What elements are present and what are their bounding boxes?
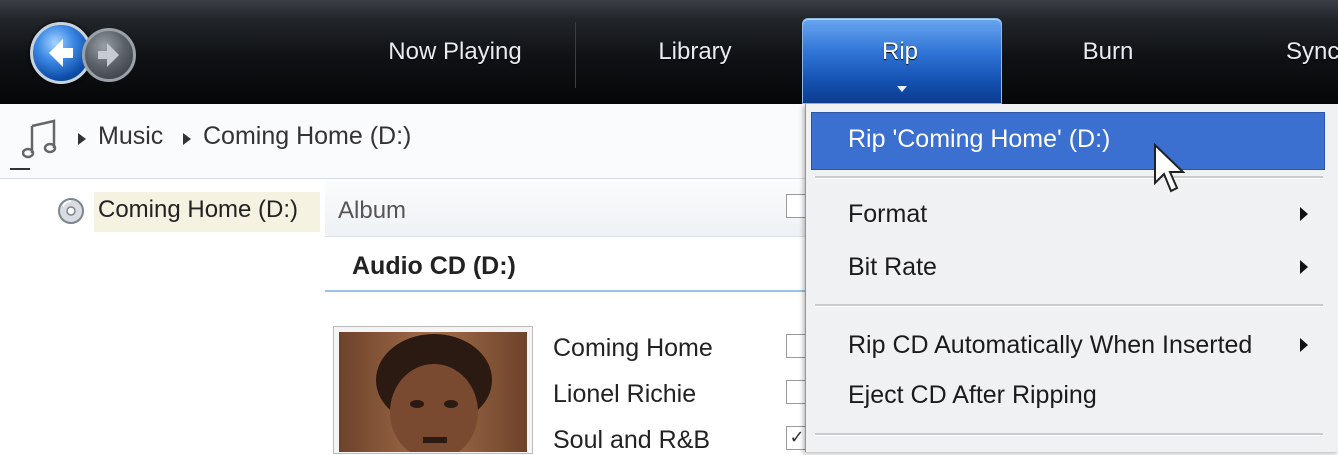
submenu-arrow-icon <box>1300 207 1308 221</box>
navpane-item-coming-home[interactable]: Coming Home (D:) <box>98 196 298 224</box>
breadcrumb-item-music[interactable]: Music <box>98 122 163 151</box>
submenu-arrow-icon <box>1300 338 1308 352</box>
tab-separator <box>575 22 576 88</box>
group-title: Audio CD (D:) <box>352 252 516 280</box>
menu-separator <box>815 304 1323 307</box>
tab-library[interactable]: Library <box>640 32 750 72</box>
menu-item-eject-cd[interactable]: Eject CD After Ripping <box>848 381 1097 410</box>
breadcrumb-chevron-icon <box>183 133 191 145</box>
forward-button[interactable] <box>82 28 136 82</box>
forward-arrow-icon <box>98 43 119 67</box>
album-art-image[interactable] <box>339 332 527 452</box>
menu-item-rip-coming-home[interactable]: Rip 'Coming Home' (D:) <box>848 125 1110 154</box>
album-title: Coming Home <box>553 334 713 362</box>
music-note-icon <box>22 119 57 159</box>
menu-item-format[interactable]: Format <box>848 200 927 229</box>
menu-separator <box>815 433 1323 436</box>
cd-disc-icon <box>58 198 84 224</box>
back-arrow-icon <box>49 39 73 67</box>
menu-item-bit-rate[interactable]: Bit Rate <box>848 253 937 282</box>
menu-separator <box>815 176 1323 179</box>
album-artist: Lionel Richie <box>553 380 697 408</box>
mouse-cursor-icon <box>1154 143 1186 193</box>
breadcrumb-item-coming-home[interactable]: Coming Home (D:) <box>203 122 411 151</box>
tab-burn[interactable]: Burn <box>1068 32 1148 72</box>
column-header-album[interactable]: Album <box>338 197 406 225</box>
submenu-arrow-icon <box>1300 260 1308 274</box>
tab-now-playing[interactable]: Now Playing <box>380 32 530 72</box>
tab-rip[interactable]: Rip <box>850 32 950 72</box>
menu-item-rip-cd-automatically[interactable]: Rip CD Automatically When Inserted <box>848 331 1252 360</box>
rip-dropdown-indicator-icon <box>897 86 907 92</box>
tab-sync[interactable]: Sync <box>1286 32 1338 72</box>
group-title-underline <box>325 290 805 292</box>
breadcrumb-underline <box>10 168 30 170</box>
breadcrumb-chevron-icon <box>78 133 86 145</box>
album-genre: Soul and R&B <box>553 426 711 454</box>
